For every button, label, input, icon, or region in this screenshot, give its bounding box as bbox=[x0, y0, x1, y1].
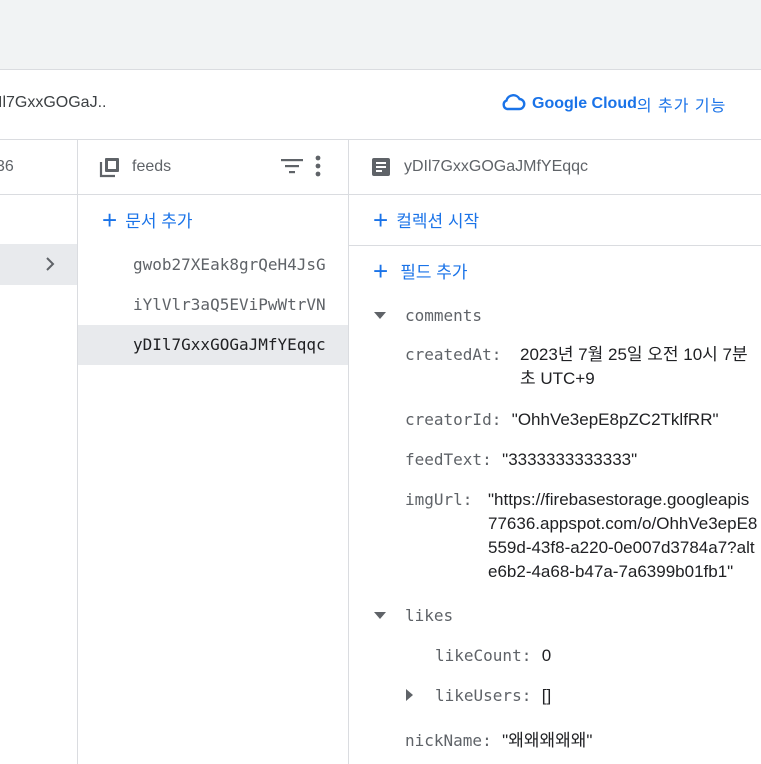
collection-icon bbox=[99, 158, 119, 178]
collection-panel: feeds + 문서 추가 gwob27XEak8grQeH4JsG iYlVl… bbox=[78, 140, 349, 764]
document-header: yDIl7GxxGOGaJMfYEqqc bbox=[349, 140, 761, 195]
field-value-createdAt: 2023년 7월 25일 오전 10시 7분 초 UTC+9 bbox=[520, 343, 748, 391]
expand-toggle-icon[interactable] bbox=[374, 312, 386, 319]
field-comments[interactable]: comments bbox=[405, 306, 482, 326]
left-panel-header: 36 bbox=[0, 140, 77, 195]
field-value-imgUrl: "https://firebasestorage.googleapis 7763… bbox=[488, 488, 757, 584]
document-panel: yDIl7GxxGOGaJMfYEqqc + 컬렉션 시작 + 필드 추가 co… bbox=[349, 140, 761, 764]
start-collection-button[interactable]: + 컬렉션 시작 bbox=[373, 204, 480, 235]
selected-collection-row[interactable] bbox=[0, 244, 77, 285]
document-title: yDIl7GxxGOGaJMfYEqqc bbox=[404, 158, 589, 175]
filter-icon[interactable] bbox=[280, 156, 304, 176]
field-likes[interactable]: likes bbox=[405, 606, 453, 626]
google-cloud-brand: Google Cloud bbox=[532, 95, 637, 112]
left-panel-title: 36 bbox=[0, 158, 14, 175]
expand-toggle-icon[interactable] bbox=[374, 612, 386, 619]
field-name: feedText: bbox=[405, 450, 492, 469]
plus-icon: + bbox=[373, 204, 389, 235]
document-item-selected[interactable]: yDIl7GxxGOGaJMfYEqqc bbox=[78, 325, 348, 365]
add-field-button[interactable]: + 필드 추가 bbox=[373, 255, 468, 286]
top-toolbar bbox=[0, 0, 761, 70]
google-cloud-link[interactable]: Google Cloud 의 추가 기능 bbox=[500, 92, 726, 116]
field-name: creatorId: bbox=[405, 410, 502, 429]
document-icon bbox=[372, 158, 390, 176]
field-value: [] bbox=[541, 686, 552, 705]
cloud-icon bbox=[500, 93, 526, 116]
add-document-button[interactable]: + 문서 추가 bbox=[102, 204, 193, 235]
value-line: 77636.appspot.com/o/OhhVe3epE8 bbox=[488, 514, 758, 533]
field-createdAt[interactable]: createdAt: bbox=[405, 345, 501, 365]
field-name: likeUsers: bbox=[435, 686, 532, 705]
field-value: 0 bbox=[541, 646, 552, 665]
field-name: likes bbox=[405, 606, 454, 625]
value-line: 초 UTC+9 bbox=[520, 369, 595, 388]
field-creatorId[interactable]: creatorId: "OhhVe3epE8pZC2TklfRR" bbox=[405, 410, 719, 430]
field-name: nickName: bbox=[405, 731, 492, 750]
collection-header: feeds bbox=[78, 140, 348, 195]
plus-icon: + bbox=[373, 255, 389, 286]
chevron-right-icon bbox=[46, 257, 55, 271]
document-item[interactable]: gwob27XEak8grQeH4JsG bbox=[78, 245, 348, 285]
start-collection-label: 컬렉션 시작 bbox=[396, 212, 480, 231]
field-feedText[interactable]: feedText: "3333333333333" bbox=[405, 450, 637, 470]
field-likeCount[interactable]: likeCount: 0 bbox=[435, 646, 551, 666]
field-name: comments bbox=[405, 306, 483, 325]
value-line: "https://firebasestorage.googleapis bbox=[488, 490, 750, 509]
field-value: "3333333333333" bbox=[502, 450, 638, 469]
expand-toggle-icon[interactable] bbox=[406, 689, 413, 701]
field-name: likeCount: bbox=[435, 646, 532, 665]
root-collections-panel: 36 bbox=[0, 140, 78, 764]
divider bbox=[349, 245, 761, 246]
document-item[interactable]: iYlVlr3aQ5EViPwWtrVN bbox=[78, 285, 348, 325]
value-line: 559d-43f8-a220-0e007d3784a7?alt bbox=[488, 538, 755, 557]
google-cloud-suffix: 의 추가 기능 bbox=[636, 98, 727, 115]
field-imgUrl[interactable]: imgUrl: bbox=[405, 490, 472, 510]
more-vert-icon[interactable] bbox=[314, 154, 322, 178]
field-name: createdAt: bbox=[405, 345, 502, 364]
plus-icon: + bbox=[102, 204, 118, 235]
breadcrumb[interactable]: Il7GxxGOGaJ.. bbox=[0, 94, 106, 112]
collection-title: feeds bbox=[132, 158, 172, 175]
add-field-label: 필드 추가 bbox=[400, 263, 468, 282]
field-name: imgUrl: bbox=[405, 490, 473, 509]
value-line: e6b2-4a68-b47a-7a6399b01fb1" bbox=[488, 562, 734, 581]
field-likeUsers[interactable]: likeUsers: [] bbox=[435, 686, 551, 706]
field-value: "왜왜왜왜왜" bbox=[502, 731, 593, 750]
value-line: 2023년 7월 25일 오전 10시 7분 bbox=[520, 345, 748, 364]
field-value: "OhhVe3epE8pZC2TklfRR" bbox=[511, 410, 719, 429]
field-nickName[interactable]: nickName: "왜왜왜왜왜" bbox=[405, 726, 592, 751]
add-document-label: 문서 추가 bbox=[125, 212, 193, 231]
